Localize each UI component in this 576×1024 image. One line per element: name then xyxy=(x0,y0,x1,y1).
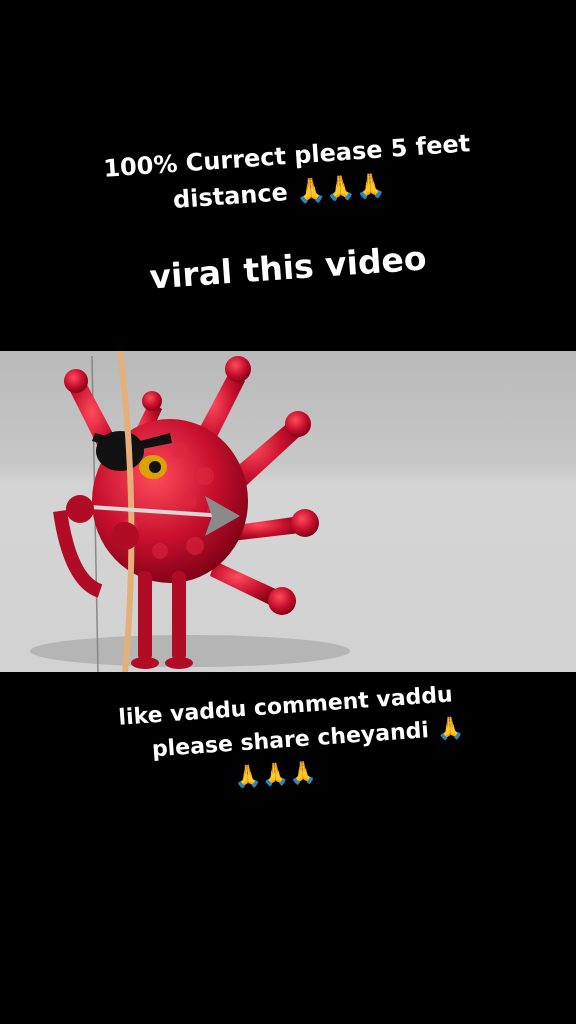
video-frame[interactable] xyxy=(0,351,576,672)
bottom-caption: like vaddu comment vaddu please share ch… xyxy=(0,670,576,812)
viral-caption-text: viral this video xyxy=(148,238,428,297)
virus-archer-illustration xyxy=(30,351,350,672)
viral-caption: viral this video xyxy=(0,228,576,308)
virus-hand xyxy=(66,495,94,523)
top-caption: 100% Currect please 5 feet distance 🙏🙏🙏 xyxy=(0,118,576,230)
video-screen[interactable]: 100% Currect please 5 feet distance 🙏🙏🙏 … xyxy=(0,0,576,1024)
